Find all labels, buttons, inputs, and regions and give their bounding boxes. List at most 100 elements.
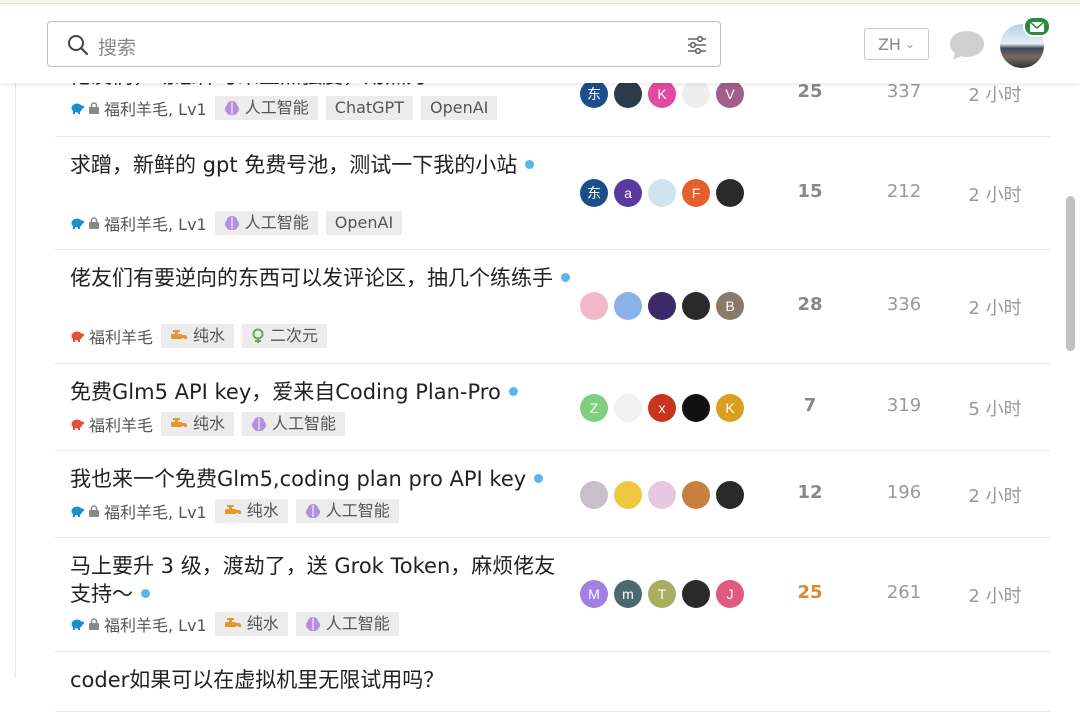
last-activity[interactable]: 2 小时 [960, 81, 1030, 107]
topic-tag[interactable]: 人工智能 [214, 211, 318, 235]
topic-title-text[interactable]: 免费Glm5 API key，爱来自Coding Plan-Pro [70, 380, 501, 404]
poster-avatar[interactable] [716, 179, 744, 207]
poster-avatar[interactable]: T [648, 580, 676, 608]
last-activity[interactable]: 2 小时 [960, 482, 1030, 508]
poster-avatar[interactable] [716, 481, 744, 509]
poster-avatar[interactable] [682, 80, 710, 108]
tag-label: 二次元 [270, 326, 319, 345]
poster-avatar[interactable] [682, 394, 710, 422]
topic-tag[interactable]: 纯水 [161, 324, 235, 348]
category-badge[interactable]: 福利羊毛 [70, 412, 153, 436]
poster-avatar[interactable] [648, 481, 676, 509]
tag-label: 纯水 [246, 614, 279, 633]
poster-avatar[interactable]: Z [580, 394, 608, 422]
topic-title-link[interactable]: 佬友们有要逆向的东西可以发评论区，抽几个练练手 [70, 264, 570, 292]
unread-dot [508, 386, 518, 396]
poster-avatar[interactable]: V [716, 80, 744, 108]
topic-tag[interactable]: 人工智能 [295, 499, 399, 523]
search-box[interactable]: 搜索 [47, 21, 721, 67]
search-filter-icon[interactable] [686, 34, 708, 56]
poster-avatar[interactable]: B [716, 292, 744, 320]
topic-title-text[interactable]: 我也来一个免费Glm5,coding plan pro API key [70, 467, 526, 491]
topic-tag[interactable]: 人工智能 [295, 612, 399, 636]
poster-avatar[interactable] [614, 394, 642, 422]
reply-count[interactable]: 28 [780, 294, 840, 315]
topic-meta: 福利羊毛, Lv1 纯水 人工智能 [70, 612, 399, 636]
poster-avatar[interactable] [682, 292, 710, 320]
last-activity[interactable]: 2 小时 [960, 181, 1030, 207]
topic-title-link[interactable]: coder如果可以在虚拟机里无限试用吗？ [70, 666, 570, 694]
category-badge[interactable]: 福利羊毛, Lv1 [70, 96, 207, 120]
category-label: 福利羊毛 [89, 328, 154, 347]
reply-count[interactable]: 15 [780, 181, 840, 202]
topic-tag[interactable]: 二次元 [242, 324, 328, 348]
poster-avatar[interactable] [614, 292, 642, 320]
topic-meta: 福利羊毛 纯水 人工智能 [70, 412, 346, 436]
reply-count[interactable]: 12 [780, 482, 840, 503]
search-input[interactable]: 搜索 [98, 33, 136, 60]
poster-avatar[interactable] [682, 580, 710, 608]
topic-meta: 福利羊毛, Lv1 人工智能 ChatGPT OpenAI [70, 96, 498, 120]
topic-tag[interactable]: OpenAI [325, 211, 403, 235]
category-badge[interactable]: 福利羊毛, Lv1 [70, 211, 207, 235]
lock-icon [89, 102, 99, 114]
tag-icon [224, 100, 240, 116]
reply-count[interactable]: 25 [780, 582, 840, 603]
topic-row[interactable]: 我也来一个免费Glm5,coding plan pro API key 福利羊毛,… [55, 451, 1050, 538]
last-activity[interactable]: 5 小时 [960, 395, 1030, 421]
poster-avatar[interactable]: F [682, 179, 710, 207]
poster-avatar[interactable] [682, 481, 710, 509]
poster-avatar[interactable] [648, 292, 676, 320]
poster-avatar[interactable]: 东 [580, 179, 608, 207]
poster-avatar[interactable]: 东 [580, 80, 608, 108]
tag-icon [224, 215, 240, 231]
poster-avatar[interactable] [648, 179, 676, 207]
topic-title-text[interactable]: coder如果可以在虚拟机里无限试用吗？ [70, 668, 444, 692]
poster-avatar[interactable]: K [648, 80, 676, 108]
topic-tag[interactable]: 纯水 [214, 612, 288, 636]
reply-count[interactable]: 25 [780, 81, 840, 102]
chat-icon[interactable] [948, 28, 986, 62]
poster-avatar[interactable] [580, 292, 608, 320]
reply-count[interactable]: 7 [780, 395, 840, 416]
topic-title-text[interactable]: 求蹭，新鲜的 gpt 免费号池，测试一下我的小站 [70, 153, 517, 177]
poster-avatar[interactable] [614, 481, 642, 509]
poster-avatar[interactable]: a [614, 179, 642, 207]
topic-row[interactable]: 马上要升 3 级，渡劫了，送 Grok Token，麻烦佬友支持～ 福利羊毛, L… [55, 538, 1050, 652]
poster-avatar[interactable]: M [580, 580, 608, 608]
topic-row[interactable]: 佬友们有要逆向的东西可以发评论区，抽几个练练手 福利羊毛 纯水 二次元 B 28 336 2 … [55, 250, 1050, 364]
tag-icon [305, 616, 321, 632]
topic-row[interactable]: 免费Glm5 API key，爱来自Coding Plan-Pro 福利羊毛 纯水 人… [55, 364, 1050, 451]
page-scrollbar[interactable] [1066, 196, 1075, 351]
last-activity[interactable]: 2 小时 [960, 582, 1030, 608]
topic-title-text[interactable]: 佬友们有要逆向的东西可以发评论区，抽几个练练手 [70, 266, 553, 290]
category-badge[interactable]: 福利羊毛 [70, 324, 153, 348]
topic-tag[interactable]: 纯水 [214, 499, 288, 523]
poster-avatar[interactable]: K [716, 394, 744, 422]
topic-tag[interactable]: 纯水 [161, 412, 235, 436]
poster-avatar[interactable]: x [648, 394, 676, 422]
poster-avatar[interactable] [580, 481, 608, 509]
lock-icon [89, 505, 99, 517]
last-activity[interactable]: 2 小时 [960, 294, 1030, 320]
poster-avatars: MmT J [580, 580, 744, 608]
topic-title-link[interactable]: 我也来一个免费Glm5,coding plan pro API key [70, 465, 570, 493]
topic-title-link[interactable]: 求蹭，新鲜的 gpt 免费号池，测试一下我的小站 [70, 151, 570, 179]
topic-title-text[interactable]: 马上要升 3 级，渡劫了，送 Grok Token，麻烦佬友支持～ [70, 554, 555, 606]
topic-row[interactable]: coder如果可以在虚拟机里无限试用吗？ [55, 652, 1050, 712]
topic-tag[interactable]: OpenAI [420, 96, 498, 120]
topic-title-link[interactable]: 免费Glm5 API key，爱来自Coding Plan-Pro [70, 378, 570, 406]
category-badge[interactable]: 福利羊毛, Lv1 [70, 612, 207, 636]
topic-tag[interactable]: ChatGPT [325, 96, 413, 120]
topic-tag[interactable]: 人工智能 [214, 96, 318, 120]
poster-avatar[interactable]: J [716, 580, 744, 608]
category-badge[interactable]: 福利羊毛, Lv1 [70, 499, 207, 523]
language-selector[interactable]: ZH ⌄ [864, 28, 929, 60]
topic-tag[interactable]: 人工智能 [242, 412, 346, 436]
piggy-bank-icon [71, 506, 84, 517]
topic-title-link[interactable]: 马上要升 3 级，渡劫了，送 Grok Token，麻烦佬友支持～ [70, 552, 570, 608]
topic-row[interactable]: 求蹭，新鲜的 gpt 免费号池，测试一下我的小站 福利羊毛, Lv1 人工智能 Ope… [55, 137, 1050, 250]
poster-avatar[interactable]: m [614, 580, 642, 608]
mail-notification-icon[interactable] [1023, 16, 1051, 37]
poster-avatar[interactable] [614, 80, 642, 108]
